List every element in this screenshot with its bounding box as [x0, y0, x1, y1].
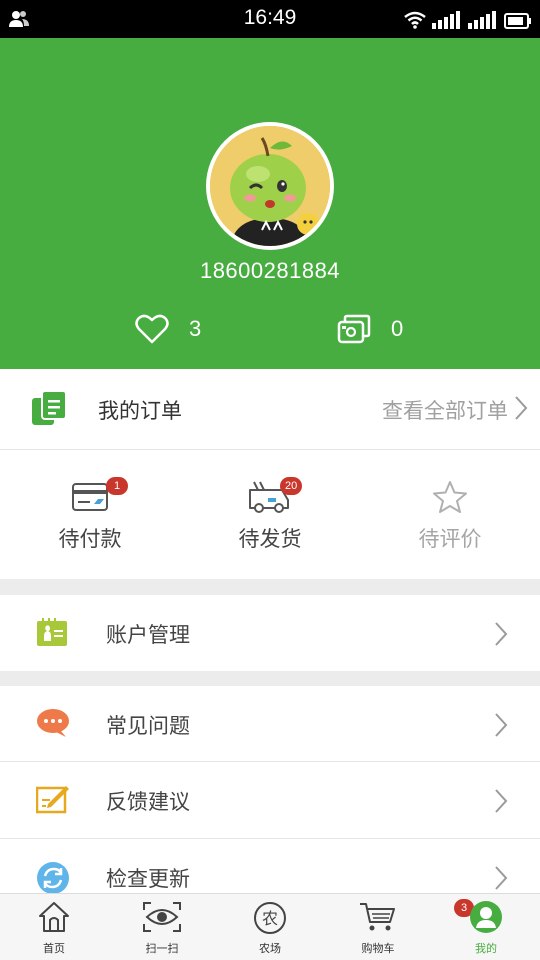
battery-icon [504, 13, 531, 29]
pending-review-button[interactable]: 待评价 [360, 450, 540, 579]
chevron-right-icon [495, 622, 508, 646]
chevron-right-icon [495, 789, 508, 813]
avatar-apple-icon [210, 126, 330, 246]
favorites-count: 3 [189, 316, 202, 341]
user-avatar-icon [470, 901, 502, 933]
chevron-right-icon [515, 396, 528, 420]
section-gap [0, 671, 540, 686]
tab-farm[interactable]: 农 农场 [216, 894, 324, 960]
pending-payment-button[interactable]: 1 待付款 [0, 450, 180, 579]
tab-cart-label: 购物车 [361, 942, 395, 955]
wifi-icon [404, 11, 426, 29]
account-management-row[interactable]: 账户管理 [0, 595, 540, 671]
heart-icon [135, 314, 169, 344]
tab-home-label: 首页 [43, 942, 65, 955]
status-icons [404, 9, 532, 29]
tab-me[interactable]: 我的 [432, 894, 540, 960]
section-gap [0, 579, 540, 595]
feedback-label: 反馈建议 [106, 790, 190, 814]
pending-shipment-button[interactable]: 20 待发货 [180, 450, 360, 579]
chat-bubble-icon [37, 709, 69, 737]
tab-scan-label: 扫一扫 [145, 942, 179, 955]
edit-note-icon [36, 786, 69, 814]
coupons-count: 0 [391, 316, 404, 341]
farm-icon: 农 [254, 902, 286, 934]
account-icon [37, 618, 67, 646]
tab-home[interactable]: 首页 [0, 894, 108, 960]
home-icon [39, 902, 69, 932]
bottom-tab-bar: 首页 扫一扫 农 农场 3 购物车 我的 [0, 893, 540, 960]
card-icon [72, 483, 108, 511]
tab-farm-label: 农场 [259, 942, 281, 955]
avatar[interactable] [206, 122, 334, 250]
star-icon [433, 481, 467, 513]
order-status-bar: 1 待付款 20 待发货 待评价 [0, 450, 540, 579]
tab-me-label: 我的 [475, 942, 497, 955]
account-management-label: 账户管理 [106, 623, 190, 647]
refresh-icon [37, 862, 69, 894]
orders-icon [32, 390, 67, 425]
pending-payment-badge: 1 [106, 477, 128, 495]
chevron-right-icon [495, 866, 508, 890]
status-bar: 16:49 [0, 0, 540, 38]
view-all-orders-link[interactable]: 查看全部订单 [382, 395, 508, 425]
signal-icon [432, 11, 460, 29]
pending-review-label: 待评价 [418, 527, 482, 551]
my-orders-row[interactable]: 我的订单 查看全部订单 [0, 369, 540, 450]
svg-text:农: 农 [262, 909, 278, 928]
pending-shipment-badge: 20 [280, 477, 303, 495]
coupons-stat[interactable]: 0 [337, 311, 403, 347]
favorites-stat[interactable]: 3 [135, 311, 201, 347]
pending-payment-label: 待付款 [58, 527, 122, 551]
signal-icon-2 [468, 11, 496, 29]
faq-label: 常见问题 [106, 714, 190, 738]
chevron-right-icon [495, 713, 508, 737]
scan-eye-icon [143, 902, 181, 932]
tab-cart[interactable]: 3 购物车 [324, 894, 474, 960]
coupon-icon [337, 314, 371, 344]
profile-header: 18600281884 3 0 [0, 38, 540, 369]
feedback-row[interactable]: 反馈建议 [0, 762, 540, 838]
cart-icon [360, 903, 395, 931]
tab-scan[interactable]: 扫一扫 [108, 894, 216, 960]
pending-shipment-label: 待发货 [238, 527, 302, 551]
check-update-label: 检查更新 [106, 867, 190, 891]
username: 18600281884 [199, 258, 341, 283]
my-orders-title: 我的订单 [98, 399, 182, 423]
faq-row[interactable]: 常见问题 [0, 686, 540, 762]
